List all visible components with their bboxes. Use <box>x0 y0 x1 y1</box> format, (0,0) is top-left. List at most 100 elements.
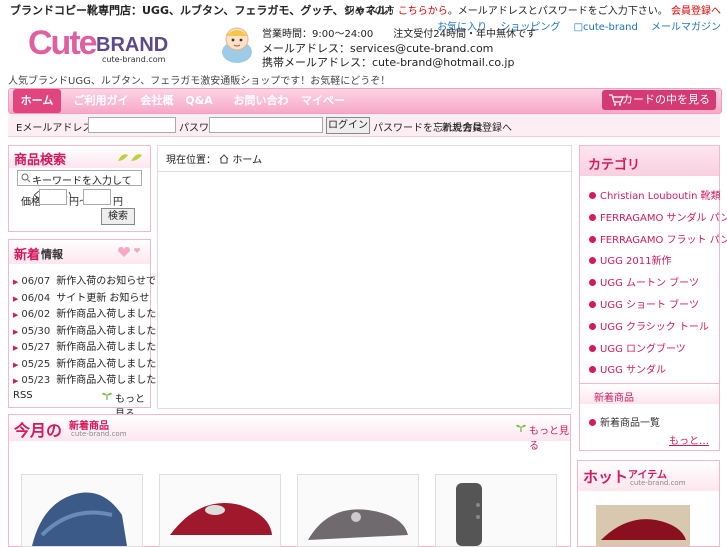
nav-qa[interactable]: Q&A <box>181 89 217 113</box>
email-label: Eメールアドレス <box>16 123 93 134</box>
news-text: 新作商品入荷しました <box>56 309 157 320</box>
search-button[interactable]: 検索 <box>101 208 135 225</box>
bullet-icon <box>589 419 596 426</box>
category-item[interactable]: UGG ショート ブーツ <box>589 296 699 311</box>
category-item[interactable]: UGG ロングブーツ <box>589 340 686 355</box>
bullet-icon <box>589 235 596 243</box>
nav-contact[interactable]: お問い合わせ <box>231 89 291 131</box>
arrow-icon: ▶ <box>13 327 19 336</box>
news-title-b: 情報 <box>41 248 63 261</box>
blue-pump-image <box>32 492 127 546</box>
mascot-icon <box>222 27 252 63</box>
news-date: 06/04 <box>21 292 51 304</box>
news-item[interactable]: ▶ 05/30 新作商品入荷しました <box>13 322 156 337</box>
login-button[interactable]: ログイン <box>326 117 370 134</box>
arrow-icon: ▶ <box>13 311 19 319</box>
gray-flat-image <box>308 509 408 540</box>
category-label: FERRAGAMO フラット パンプス <box>600 234 727 246</box>
password-field[interactable] <box>209 117 323 133</box>
arrow-icon: ▶ <box>13 278 19 286</box>
search-header: 商品検索 <box>9 146 150 168</box>
logo-brand: BRAND <box>96 34 169 56</box>
product-image-3[interactable] <box>297 474 419 547</box>
news-text: サイト更新 お知らせ <box>56 292 150 304</box>
category-header: カテゴリ <box>580 146 719 176</box>
mobile-email: 携帯メールアドレス：cute-brand@hotmail.co.jp <box>262 56 515 69</box>
product-image-1[interactable] <box>21 474 143 547</box>
hot-product-image[interactable] <box>596 505 690 546</box>
news-text: 新作商品入荷しました <box>56 358 157 370</box>
category-item[interactable]: FERRAGAMO フラット パンプス <box>589 231 727 246</box>
search-input[interactable]: キーワードを入力してください <box>17 170 142 202</box>
logo-sub: cute-brand.com <box>102 55 166 64</box>
first-time-link[interactable]: こちらから <box>398 6 448 17</box>
price-max-field[interactable] <box>83 189 111 205</box>
hot-title-a: ホット <box>583 468 629 486</box>
category-label: Christian Louboutin 靴類 <box>600 191 721 202</box>
gray-boot-image <box>456 483 482 546</box>
email-field[interactable] <box>88 117 176 133</box>
category-item[interactable]: UGG 2011新作 <box>589 252 671 267</box>
new-items-box: 新着商品 新着商品一覧 もっと… <box>579 383 720 451</box>
view-cart-button[interactable]: カードの中を見る <box>602 90 716 110</box>
product-image-2[interactable] <box>159 474 281 547</box>
breadcrumb-home[interactable]: ホーム <box>232 155 262 166</box>
product-image-4[interactable] <box>435 474 557 547</box>
category-item[interactable]: UGG クラシック トール <box>589 318 709 333</box>
news-text: 新作商品入荷しました <box>56 325 157 337</box>
monthly-sub: cute-brand.com <box>71 430 127 438</box>
news-date: 06/02 <box>21 309 51 320</box>
news-date: 05/30 <box>21 325 51 337</box>
register-link[interactable]: 新規会員登録へ <box>442 119 512 134</box>
cute-brand-link[interactable]: □cute-brand <box>574 22 638 33</box>
news-date: 06/07 <box>21 276 51 287</box>
nav-home[interactable]: ホーム <box>13 89 61 113</box>
news-box: 新着 情報 ▶ 06/07 新作入荷のお知らせです ▶ 06/04 サイト更新 お知らせ ▶… <box>8 239 166 420</box>
site-logo[interactable]: Cute BRAND cute-brand.com <box>28 24 178 70</box>
mail-magazine-link[interactable]: メールマガジン <box>651 22 721 33</box>
news-text: 新作商品入荷しました <box>56 342 157 353</box>
register-link-top[interactable]: 会員登録へ <box>671 6 721 17</box>
cart-label: カードの中を見る <box>622 93 710 106</box>
hot-header: ホット アイテム cute-brand.com <box>578 461 719 491</box>
category-label: UGG ロングブーツ <box>600 343 686 355</box>
category-label: UGG ショート ブーツ <box>600 300 699 311</box>
category-label: FERRAGAMO サンダル パンプス <box>600 212 727 224</box>
news-item[interactable]: ▶ 06/02 新作商品入荷しました <box>13 305 156 320</box>
news-item[interactable]: ▶ 05/23 新作商品入荷しました <box>13 371 156 386</box>
bullet-icon <box>589 322 596 330</box>
news-date: 05/23 <box>21 375 51 386</box>
top-notice: 初めての方 こちらから。メールアドレスとパスワードをご入力下さい。 会員登録へ <box>345 2 721 17</box>
monthly-title-a: 今月の <box>14 421 63 440</box>
category-label: UGG ムートン ブーツ <box>600 278 699 290</box>
category-label: UGG サンダル <box>600 365 666 377</box>
notice-text: 初めての方 <box>344 6 398 17</box>
nav-mypage[interactable]: マイページ <box>297 89 349 131</box>
news-item[interactable]: ▶ 05/27 新作商品入荷しました <box>13 338 156 353</box>
product-search-box: 商品検索 キーワードを入力してください 価格 円〜 円 検索 <box>8 145 151 232</box>
news-header: 新着 情報 <box>9 240 150 264</box>
monthly-more-link[interactable]: もっと見る <box>529 422 570 452</box>
notice-text-2: 。メールアドレスとパスワードをご入力下さい。 <box>447 6 671 17</box>
new-items-link[interactable]: 新着商品一覧 <box>589 414 660 429</box>
news-date: 05/27 <box>21 342 51 353</box>
category-item[interactable]: Christian Louboutin 靴類 <box>589 187 721 202</box>
red-shoe-image <box>170 503 272 535</box>
category-more-link[interactable]: もっと… <box>669 432 709 447</box>
news-item[interactable]: ▶ 06/04 サイト更新 お知らせ <box>13 289 149 304</box>
news-item[interactable]: ▶ 06/07 新作入荷のお知らせです <box>13 272 166 287</box>
news-text: 新作入荷のお知らせです <box>56 276 167 287</box>
bullet-icon <box>589 192 596 199</box>
bullet-icon <box>589 366 596 374</box>
breadcrumb: 現在位置： ホーム <box>166 151 262 166</box>
price-min-field[interactable] <box>39 189 67 205</box>
category-item[interactable]: UGG サンダル <box>589 361 666 376</box>
contact-email: メールアドレス：services@cute-brand.com <box>262 42 494 55</box>
nav-company[interactable]: 会社概要 <box>137 89 177 131</box>
rss-link[interactable]: RSS <box>13 390 33 401</box>
news-item[interactable]: ▶ 05/25 新作商品入荷しました <box>13 355 156 370</box>
hearts-icon <box>118 247 140 257</box>
category-item[interactable]: UGG ムートン ブーツ <box>589 274 699 289</box>
category-item[interactable]: FERRAGAMO サンダル パンプス <box>589 209 727 224</box>
nav-guide[interactable]: ご利用ガイド <box>71 89 131 131</box>
